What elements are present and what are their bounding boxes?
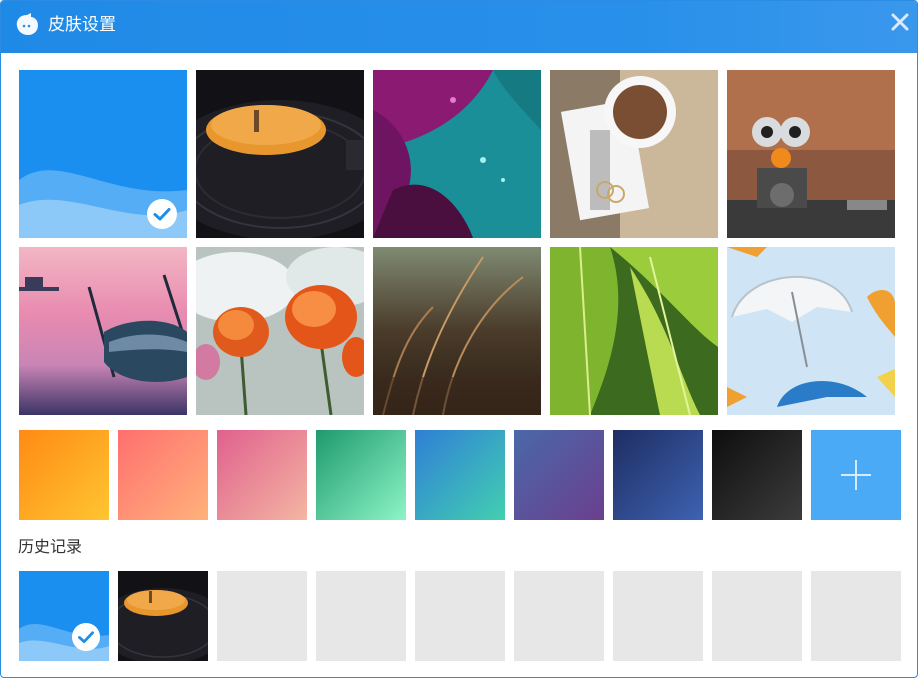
history-empty-slot [217, 571, 307, 661]
history-empty-slot [811, 571, 901, 661]
color-skin-navy[interactable] [613, 430, 703, 520]
skin-image [727, 247, 895, 415]
history-label: 历史记录 [18, 537, 83, 556]
app-logo-icon [13, 11, 41, 39]
history-empty-slot [712, 571, 802, 661]
history-skin-image [118, 571, 208, 661]
skin-image [373, 247, 541, 415]
skin-image [550, 70, 718, 238]
plus-icon [840, 459, 872, 491]
color-skin-pink[interactable] [217, 430, 307, 520]
skin-settings-window: 皮肤设置 历史记录 [0, 0, 918, 678]
color-skin-purple[interactable] [514, 430, 604, 520]
skin-image [196, 70, 364, 238]
history-empty-slot [316, 571, 406, 661]
color-skin-black[interactable] [712, 430, 802, 520]
selected-check-icon [71, 622, 101, 652]
history-empty-slot [613, 571, 703, 661]
history-item-blue-wave[interactable] [19, 571, 109, 661]
skin-image [373, 70, 541, 238]
skin-image [550, 247, 718, 415]
color-skin-orange[interactable] [19, 430, 109, 520]
skin-tile-robot-owl[interactable] [727, 70, 895, 238]
skin-image [19, 247, 187, 415]
skin-tile-poppies[interactable] [196, 247, 364, 415]
history-empty-slot [514, 571, 604, 661]
color-skin-coral[interactable] [118, 430, 208, 520]
selected-check-icon [146, 198, 178, 230]
skin-tile-wheat-grass[interactable] [373, 247, 541, 415]
close-icon[interactable] [888, 10, 912, 34]
skin-tile-umbrellas[interactable] [727, 247, 895, 415]
color-skin-teal[interactable] [415, 430, 505, 520]
history-item-vinyl-record[interactable] [118, 571, 208, 661]
skin-image [196, 247, 364, 415]
history-empty-slot [415, 571, 505, 661]
add-custom-skin-button[interactable] [811, 430, 901, 520]
skin-tile-coffee-notebook[interactable] [550, 70, 718, 238]
skin-tile-sunset-lake[interactable] [19, 247, 187, 415]
skin-tile-vinyl-record[interactable] [196, 70, 364, 238]
skin-image [727, 70, 895, 238]
color-skin-green[interactable] [316, 430, 406, 520]
skin-tile-green-leaf[interactable] [550, 247, 718, 415]
title-bar[interactable]: 皮肤设置 [1, 1, 917, 53]
skin-tile-magenta-petal[interactable] [373, 70, 541, 238]
skin-tile-blue-wave[interactable] [19, 70, 187, 238]
window-title: 皮肤设置 [48, 15, 116, 35]
